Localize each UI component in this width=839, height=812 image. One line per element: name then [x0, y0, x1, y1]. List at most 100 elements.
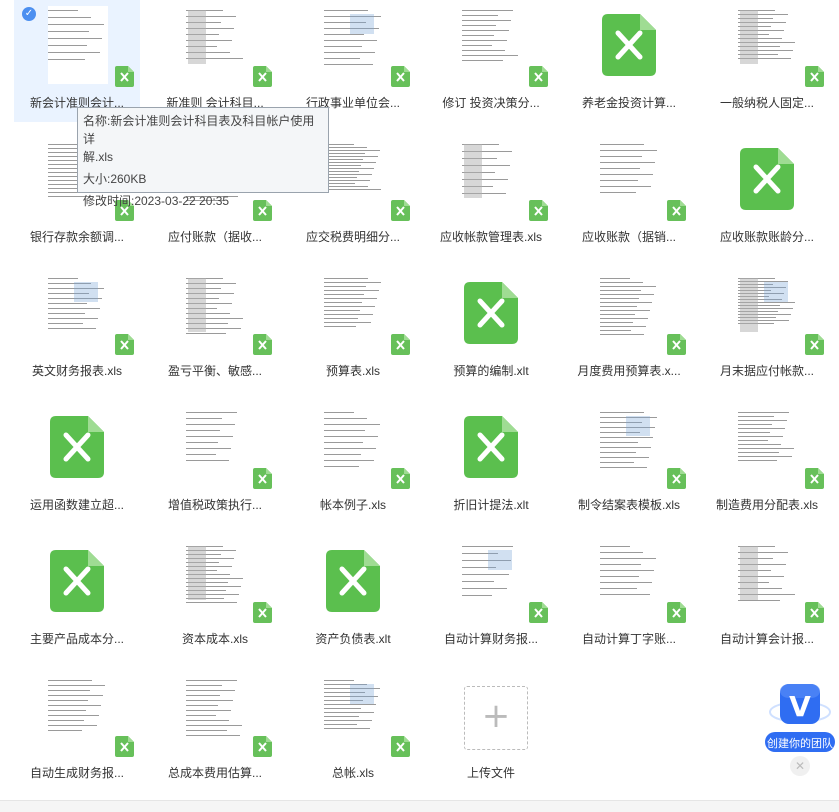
- upload-label: 上传文件: [466, 766, 515, 780]
- check-icon[interactable]: ✓: [22, 7, 36, 21]
- file-name: 预算表.xls: [325, 364, 380, 378]
- file-item[interactable]: 自动生成财务报...: [14, 670, 140, 792]
- file-name: 养老金投资计算...: [581, 96, 676, 110]
- file-name: 制令结案表模板.xls: [577, 498, 680, 512]
- logo-letter: V: [789, 690, 811, 723]
- excel-badge-icon: [391, 66, 410, 87]
- upload-button[interactable]: +: [464, 686, 528, 750]
- file-name: 资产负债表.xlt: [315, 632, 391, 646]
- file-name: 修订 投资决策分...: [442, 96, 540, 110]
- file-thumbnail: [592, 542, 664, 622]
- file-item[interactable]: 制令结案表模板.xls: [566, 402, 692, 524]
- file-item[interactable]: 运用函数建立超...: [14, 402, 140, 524]
- file-thumbnail: [178, 542, 250, 622]
- file-thumbnail: [40, 676, 112, 756]
- file-thumbnail: [730, 408, 802, 488]
- file-item[interactable]: 总帐.xls: [290, 670, 416, 792]
- excel-badge-icon: [805, 468, 824, 489]
- tooltip-name-line1: 名称:新会计准则会计科目表及科目帐户使用详: [83, 114, 315, 146]
- excel-badge-icon: [391, 736, 410, 757]
- file-item[interactable]: 总成本费用估算...: [152, 670, 278, 792]
- file-thumbnail: [592, 408, 664, 488]
- file-thumbnail: [40, 274, 112, 354]
- file-item[interactable]: 新准则 会计科目...: [152, 0, 278, 122]
- file-item[interactable]: 增值税政策执行...: [152, 402, 278, 524]
- file-name: 自动计算会计报...: [719, 632, 814, 646]
- plus-icon: +: [481, 696, 511, 736]
- file-name: 运用函数建立超...: [29, 498, 124, 512]
- file-tooltip: 名称:新会计准则会计科目表及科目帐户使用详 解.xls 大小:260KB 修改时…: [77, 107, 329, 208]
- file-item[interactable]: 英文财务报表.xls: [14, 268, 140, 390]
- file-name: 盈亏平衡、敏感...: [167, 364, 262, 378]
- file-thumbnail: [178, 676, 250, 756]
- file-name: 应收账款账龄分...: [719, 230, 814, 244]
- file-thumbnail: [316, 676, 388, 756]
- excel-badge-icon: [391, 468, 410, 489]
- file-thumbnail: [178, 6, 250, 86]
- file-item[interactable]: 应收账款账龄分...: [704, 134, 830, 256]
- file-name: 应交税费明细分...: [305, 230, 400, 244]
- upload-tile[interactable]: + 上传文件: [428, 670, 554, 792]
- file-item[interactable]: 自动计算财务报...: [428, 536, 554, 658]
- file-name: 月度费用预算表.x...: [577, 364, 681, 378]
- file-name: 一般纳税人固定...: [719, 96, 814, 110]
- create-team-label: 创建你的团队: [767, 738, 833, 750]
- file-item[interactable]: 折旧计提法.xlt: [428, 402, 554, 524]
- excel-badge-icon: [529, 200, 548, 221]
- file-item[interactable]: 制造费用分配表.xls: [704, 402, 830, 524]
- tooltip-name-line2: 解.xls: [83, 150, 114, 164]
- file-item[interactable]: 应收账款（据销...: [566, 134, 692, 256]
- excel-badge-icon: [253, 334, 272, 355]
- file-name: 应收帐款管理表.xls: [439, 230, 542, 244]
- file-item[interactable]: ✓ 新会计准则会计...: [14, 0, 140, 122]
- file-item[interactable]: 行政事业单位会...: [290, 0, 416, 122]
- file-item[interactable]: 资产负债表.xlt: [290, 536, 416, 658]
- excel-badge-icon: [391, 200, 410, 221]
- file-item[interactable]: 自动计算丁字账...: [566, 536, 692, 658]
- excel-badge-icon: [529, 66, 548, 87]
- close-icon[interactable]: ✕: [790, 756, 810, 776]
- file-item[interactable]: 自动计算会计报...: [704, 536, 830, 658]
- excel-file-icon: [50, 416, 104, 478]
- file-name: 自动计算丁字账...: [581, 632, 676, 646]
- file-item[interactable]: 月末据应付帐款...: [704, 268, 830, 390]
- file-name: 自动生成财务报...: [29, 766, 124, 780]
- file-name: 总成本费用估算...: [167, 766, 262, 780]
- file-thumbnail: [178, 408, 250, 488]
- file-item[interactable]: 修订 投资决策分...: [428, 0, 554, 122]
- tooltip-size: 大小:260KB: [83, 172, 147, 186]
- excel-file-icon: [464, 416, 518, 478]
- excel-file-icon: [464, 282, 518, 344]
- file-item[interactable]: 预算的编制.xlt: [428, 268, 554, 390]
- file-name: 折旧计提法.xlt: [453, 498, 529, 512]
- file-name: 增值税政策执行...: [167, 498, 262, 512]
- file-item[interactable]: 盈亏平衡、敏感...: [152, 268, 278, 390]
- file-item[interactable]: 资本成本.xls: [152, 536, 278, 658]
- file-item[interactable]: 养老金投资计算...: [566, 0, 692, 122]
- excel-badge-icon: [667, 200, 686, 221]
- file-item[interactable]: 帐本例子.xls: [290, 402, 416, 524]
- file-name: 预算的编制.xlt: [453, 364, 529, 378]
- file-thumbnail: [316, 274, 388, 354]
- file-name: 银行存款余额调...: [29, 230, 124, 244]
- file-item[interactable]: 应收帐款管理表.xls: [428, 134, 554, 256]
- file-thumbnail: [178, 274, 250, 354]
- file-name: 资本成本.xls: [181, 632, 248, 646]
- file-item[interactable]: 预算表.xls: [290, 268, 416, 390]
- excel-badge-icon: [529, 602, 548, 623]
- file-item[interactable]: 月度费用预算表.x...: [566, 268, 692, 390]
- excel-badge-icon: [253, 66, 272, 87]
- file-item[interactable]: 主要产品成本分...: [14, 536, 140, 658]
- excel-badge-icon: [115, 334, 134, 355]
- excel-file-icon: [326, 550, 380, 612]
- create-team-widget[interactable]: V 创建你的团队: [764, 678, 836, 754]
- file-name: 自动计算财务报...: [443, 632, 538, 646]
- file-thumbnail: [454, 6, 526, 86]
- file-item[interactable]: 一般纳税人固定...: [704, 0, 830, 122]
- file-name: 月末据应付帐款...: [719, 364, 814, 378]
- file-name: 制造费用分配表.xls: [715, 498, 818, 512]
- bottom-bar: [0, 800, 839, 812]
- excel-badge-icon: [115, 736, 134, 757]
- tooltip-modified: 修改时间:2023-03-22 20:35: [83, 194, 230, 208]
- excel-badge-icon: [805, 334, 824, 355]
